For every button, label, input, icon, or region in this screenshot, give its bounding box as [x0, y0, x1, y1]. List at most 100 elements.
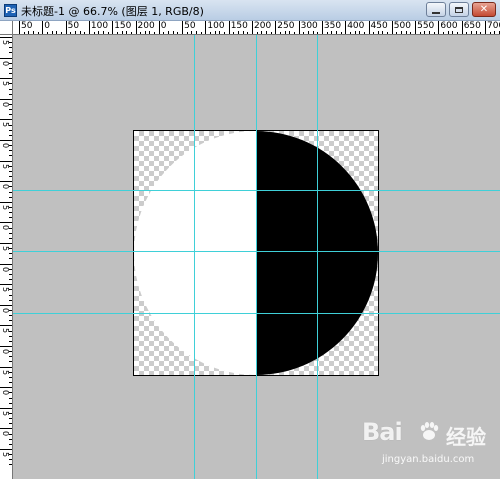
ruler-minor-tick [307, 31, 309, 34]
vertical-guide[interactable] [317, 35, 318, 479]
ruler-minor-tick [9, 114, 12, 116]
ruler-minor-tick [177, 32, 179, 34]
ruler-minor-tick [9, 155, 12, 157]
ruler-minor-tick [9, 62, 12, 64]
ruler-minor-tick [56, 31, 58, 34]
ruler-minor-tick [116, 32, 118, 34]
ruler-minor-tick [377, 31, 379, 34]
close-icon: ✕ [479, 3, 489, 15]
close-button[interactable]: ✕ [472, 2, 496, 17]
ruler-label: 0 [1, 143, 10, 149]
horizontal-ruler[interactable]: 50 0 50 100 150 200 0 50 100 150 200 250 300 350 400 45… [13, 21, 500, 35]
vertical-ruler[interactable]: 5 0 5 0 5 0 5 0 5 0 5 0 5 0 5 0 5 0 5 0 5 [0, 35, 13, 479]
ruler-minor-tick [9, 196, 12, 198]
ruler-minor-tick [396, 32, 398, 34]
ruler-minor-tick [363, 32, 365, 34]
ruler-minor-tick [443, 32, 445, 34]
watermark-brand: Bai [362, 418, 403, 446]
ruler-minor-tick [219, 31, 221, 34]
ruler-label: 5 [1, 246, 10, 252]
ruler-minor-tick [9, 83, 12, 85]
ruler-minor-tick [9, 459, 12, 461]
ruler-minor-tick [9, 109, 12, 111]
ruler-minor-tick [9, 361, 12, 363]
ruler-label: 0 [44, 21, 51, 31]
minimize-button[interactable] [426, 2, 446, 17]
ruler-minor-tick [163, 32, 165, 34]
ruler-minor-tick [9, 124, 12, 126]
ruler-tick [321, 21, 323, 34]
ruler-tick [0, 119, 12, 121]
maximize-button[interactable] [449, 2, 469, 17]
ruler-minor-tick [9, 351, 12, 353]
horizontal-guide[interactable] [13, 313, 500, 314]
ruler-tick [0, 263, 12, 265]
ruler-tick [275, 21, 277, 34]
ruler-tick [0, 304, 12, 306]
ruler-label: 50 [67, 21, 80, 31]
ruler-label: 150 [114, 21, 132, 31]
baidu-jingyan-watermark: Bai 经验 jingyan.baidu.com [362, 418, 498, 476]
ruler-label: 650 [463, 21, 481, 31]
ruler-minor-tick [9, 176, 12, 178]
ruler-tick [205, 21, 207, 34]
horizontal-guide[interactable] [13, 251, 500, 252]
ruler-minor-tick [340, 32, 342, 34]
title-bar: Ps 未标题-1 @ 66.7% (图层 1, RGB/8) ✕ [0, 0, 500, 21]
maximize-icon [455, 6, 463, 13]
ruler-tick [182, 21, 184, 34]
ruler-minor-tick [121, 31, 123, 34]
ruler-minor-tick [335, 31, 337, 34]
ruler-minor-tick [373, 32, 375, 34]
ruler-minor-tick [270, 32, 272, 34]
ruler-minor-tick [46, 32, 48, 34]
ruler-minor-tick [265, 31, 267, 34]
ruler-minor-tick [9, 217, 12, 219]
ruler-minor-tick [98, 31, 100, 34]
ruler-origin[interactable] [0, 21, 13, 35]
ruler-minor-tick [279, 32, 281, 34]
ruler-label: 5 [1, 328, 10, 334]
ruler-minor-tick [9, 258, 12, 260]
ruler-minor-tick [9, 279, 12, 281]
ruler-minor-tick [23, 32, 25, 34]
ruler-tick [485, 21, 486, 34]
ruler-minor-tick [9, 315, 12, 317]
ruler-minor-tick [154, 32, 156, 34]
ruler-label: 5 [1, 410, 10, 416]
ruler-label: 0 [1, 307, 10, 313]
ruler-minor-tick [9, 320, 12, 322]
ruler-minor-tick [242, 31, 244, 34]
ruler-tick [0, 140, 12, 141]
ruler-minor-tick [261, 31, 263, 34]
ruler-minor-tick [326, 32, 328, 34]
ruler-label: 50 [184, 21, 196, 31]
ruler-minor-tick [447, 31, 449, 34]
vertical-guide[interactable] [194, 35, 195, 479]
vertical-guide[interactable] [256, 35, 257, 479]
ruler-minor-tick [429, 31, 431, 34]
ruler-minor-tick [466, 32, 468, 34]
ruler-label: 250 [277, 21, 295, 31]
ruler-minor-tick [475, 31, 477, 34]
window-title: 未标题-1 @ 66.7% (图层 1, RGB/8) [21, 5, 204, 18]
ruler-label: 100 [90, 21, 109, 31]
ruler-tick [0, 325, 12, 327]
ruler-tick [88, 21, 90, 34]
horizontal-guide[interactable] [13, 190, 500, 191]
ruler-label: 50 [21, 21, 33, 31]
ruler-minor-tick [126, 31, 128, 34]
ruler-tick [391, 21, 393, 34]
ruler-label: 0 [1, 349, 10, 355]
ruler-minor-tick [107, 32, 109, 34]
ruler-label: 0 [1, 266, 10, 272]
ruler-label: 200 [137, 21, 155, 31]
ruler-minor-tick [489, 32, 491, 34]
ruler-minor-tick [84, 32, 86, 34]
ruler-label: 0 [1, 184, 10, 190]
watermark-url: jingyan.baidu.com [382, 454, 475, 465]
ruler-minor-tick [9, 273, 12, 275]
ruler-minor-tick [331, 31, 333, 34]
ruler-minor-tick [9, 145, 12, 147]
ruler-tick [0, 222, 12, 224]
